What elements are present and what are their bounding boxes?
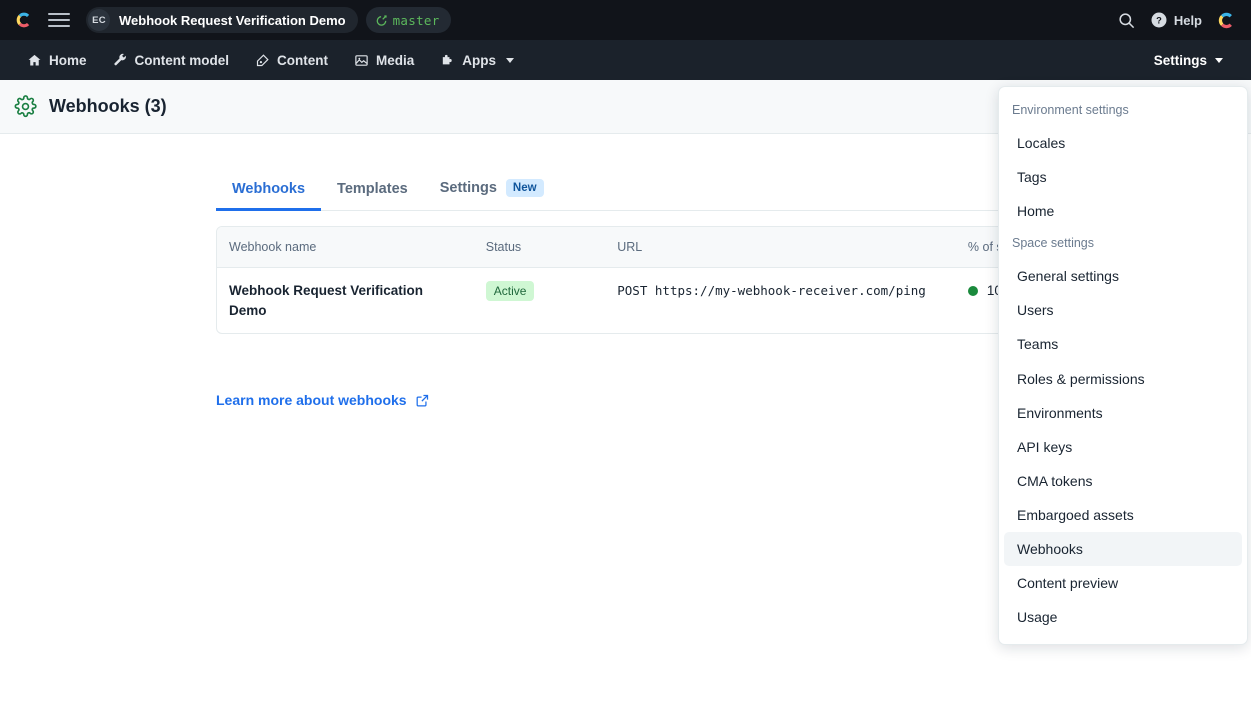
dropdown-item-content-preview[interactable]: Content preview <box>1004 566 1242 600</box>
environment-selector[interactable]: master <box>366 7 451 33</box>
learn-more-link[interactable]: Learn more about webhooks <box>216 392 430 408</box>
tab-bar: Webhooks Templates Settings New <box>216 164 1035 211</box>
nav-label: Content <box>277 53 328 68</box>
learn-more-label: Learn more about webhooks <box>216 392 407 408</box>
nav-settings-label: Settings <box>1154 53 1207 68</box>
branch-name: master <box>393 13 440 28</box>
dropdown-item-usage[interactable]: Usage <box>1004 600 1242 634</box>
nav-item-settings[interactable]: Settings <box>1140 40 1237 80</box>
chevron-down-icon <box>1215 58 1223 63</box>
url-method: POST <box>617 283 647 298</box>
tab-label: Settings <box>440 180 497 196</box>
dropdown-section-title: Space settings <box>999 228 1247 259</box>
svg-text:?: ? <box>1156 15 1162 25</box>
dropdown-item-roles-permissions[interactable]: Roles & permissions <box>1004 362 1242 396</box>
nav-item-home[interactable]: Home <box>14 40 100 80</box>
help-circle-icon: ? <box>1150 11 1168 29</box>
main-navigation: Home Content model Content Media Apps Se… <box>0 40 1251 80</box>
tab-webhooks[interactable]: Webhooks <box>216 181 321 210</box>
gear-icon <box>14 95 37 118</box>
dropdown-item-tags[interactable]: Tags <box>1004 160 1242 194</box>
column-header-status: Status <box>474 227 606 268</box>
nav-item-media[interactable]: Media <box>341 40 427 80</box>
dropdown-item-webhooks[interactable]: Webhooks <box>1004 532 1242 566</box>
contentful-logo-icon[interactable] <box>14 10 34 30</box>
dropdown-item-embargoed-assets[interactable]: Embargoed assets <box>1004 498 1242 532</box>
nav-label: Content model <box>135 53 230 68</box>
topbar-actions: ? Help <box>1117 10 1237 31</box>
space-avatar: EC <box>88 9 110 31</box>
column-header-name: Webhook name <box>217 227 474 268</box>
nav-label: Apps <box>462 53 496 68</box>
dropdown-section-title: Environment settings <box>999 95 1247 126</box>
branch-icon <box>375 14 388 27</box>
dropdown-item-teams[interactable]: Teams <box>1004 327 1242 361</box>
webhook-url: POST https://my-webhook-receiver.com/pin… <box>617 281 944 301</box>
space-name: Webhook Request Verification Demo <box>110 13 356 28</box>
dropdown-item-cma-tokens[interactable]: CMA tokens <box>1004 464 1242 498</box>
top-bar: EC Webhook Request Verification Demo mas… <box>0 0 1251 40</box>
space-selector[interactable]: EC Webhook Request Verification Demo <box>86 7 358 33</box>
external-link-icon <box>415 393 430 408</box>
dropdown-item-locales[interactable]: Locales <box>1004 126 1242 160</box>
dropdown-item-general-settings[interactable]: General settings <box>1004 259 1242 293</box>
contentful-user-logo-icon[interactable] <box>1216 10 1237 31</box>
page-title: Webhooks (3) <box>49 96 167 117</box>
dropdown-item-users[interactable]: Users <box>1004 293 1242 327</box>
nav-item-content[interactable]: Content <box>242 40 341 80</box>
dropdown-item-environments[interactable]: Environments <box>1004 396 1242 430</box>
url-value: https://my-webhook-receiver.com/ping <box>655 283 926 298</box>
search-icon[interactable] <box>1117 11 1136 30</box>
image-icon <box>354 53 369 68</box>
dropdown-item-home[interactable]: Home <box>1004 194 1242 228</box>
cell-status: Active <box>474 268 606 334</box>
wrench-icon <box>113 53 128 68</box>
puzzle-icon <box>440 53 455 68</box>
nav-item-content-model[interactable]: Content model <box>100 40 243 80</box>
status-badge-active: Active <box>486 281 535 301</box>
settings-dropdown-menu: Environment settings Locales Tags Home S… <box>998 86 1248 645</box>
nav-right-group: Settings <box>1140 40 1237 80</box>
cell-url: POST https://my-webhook-receiver.com/pin… <box>605 268 956 334</box>
column-header-url: URL <box>605 227 956 268</box>
status-dot-icon <box>968 286 978 296</box>
nav-label: Home <box>49 53 87 68</box>
help-label: Help <box>1174 13 1202 28</box>
home-icon <box>27 53 42 68</box>
pen-nib-icon <box>255 53 270 68</box>
dropdown-item-api-keys[interactable]: API keys <box>1004 430 1242 464</box>
nav-item-apps[interactable]: Apps <box>427 40 527 80</box>
tab-templates[interactable]: Templates <box>321 181 424 210</box>
tab-settings[interactable]: Settings New <box>424 179 560 210</box>
status-badge-new: New <box>506 179 544 197</box>
hamburger-menu-icon[interactable] <box>48 10 70 30</box>
webhook-name: Webhook Request Verification Demo <box>229 281 462 320</box>
tab-label: Templates <box>337 181 408 197</box>
tab-label: Webhooks <box>232 181 305 197</box>
cell-webhook-name: Webhook Request Verification Demo <box>217 268 474 334</box>
help-button[interactable]: ? Help <box>1150 11 1202 29</box>
nav-label: Media <box>376 53 414 68</box>
chevron-down-icon <box>506 58 514 63</box>
